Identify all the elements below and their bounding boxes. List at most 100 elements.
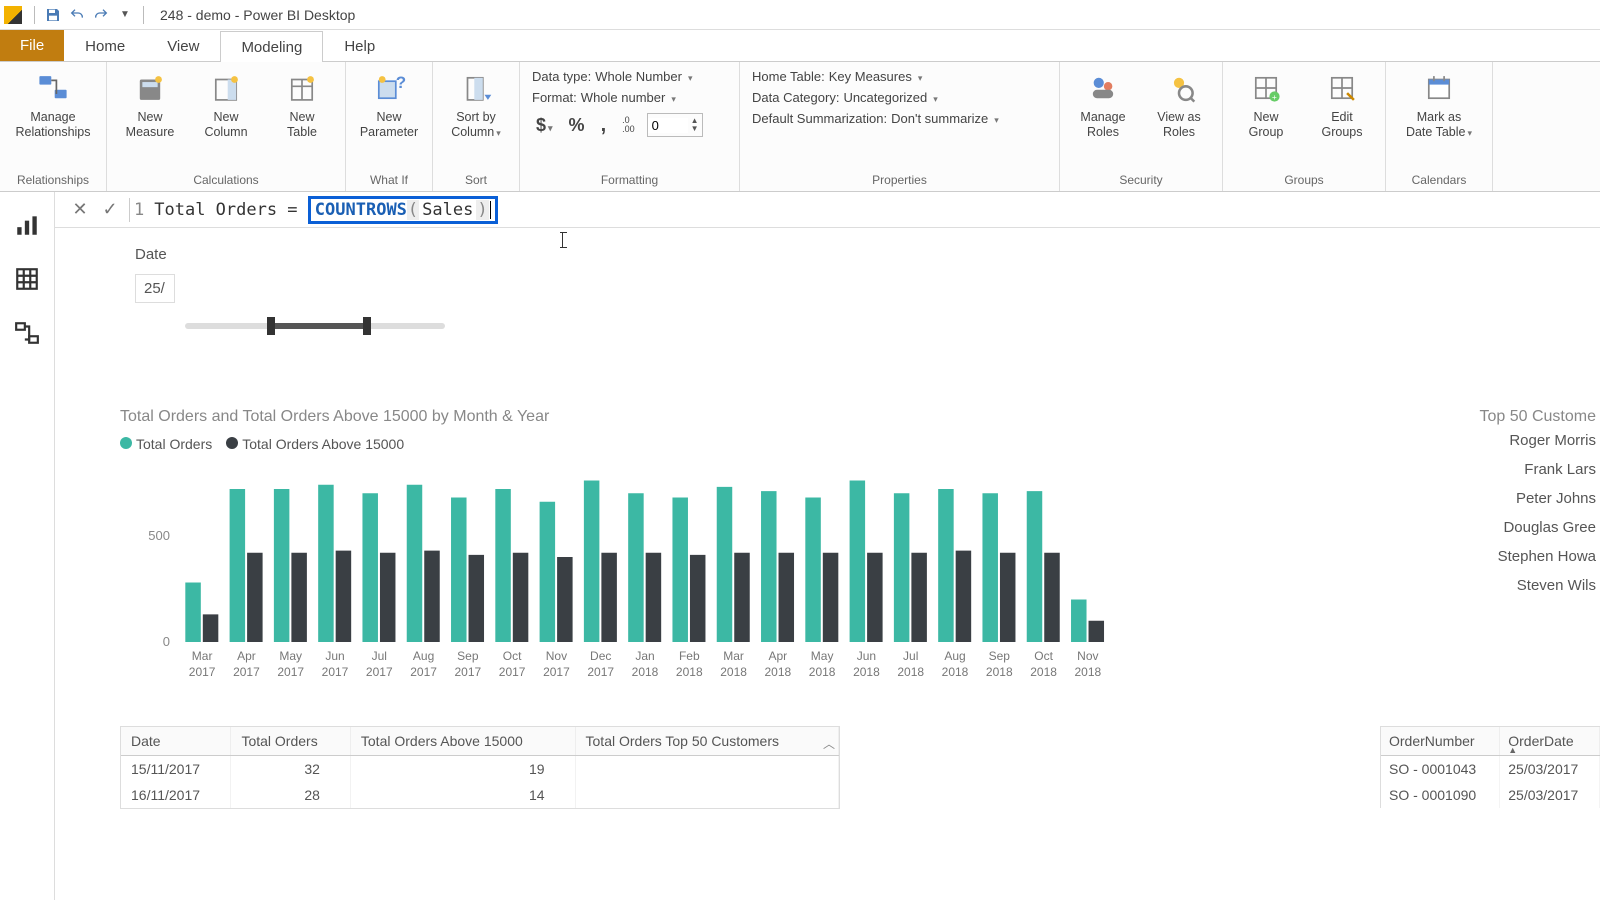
mark-date-table-button[interactable]: Mark as Date Table — [1394, 66, 1484, 140]
table-header[interactable]: Total Orders — [231, 727, 350, 756]
customer-row[interactable]: Steven Wils — [1320, 571, 1600, 600]
svg-text:Feb: Feb — [679, 649, 700, 663]
svg-text:+: + — [1272, 92, 1277, 102]
group-label: Calendars — [1412, 171, 1467, 189]
summarization-dropdown[interactable]: Default Summarization: Don't summarize — [748, 110, 1051, 127]
top-customers-visual[interactable]: Top 50 Custome Roger MorrisFrank LarsPet… — [1320, 408, 1600, 600]
group-label: Relationships — [17, 171, 89, 189]
new-group-button[interactable]: + New Group — [1231, 66, 1301, 140]
svg-text:Sep: Sep — [457, 649, 479, 663]
sort-icon — [458, 70, 494, 106]
table-row[interactable]: 16/11/20172814 — [121, 782, 839, 808]
customer-row[interactable]: Douglas Gree — [1320, 513, 1600, 542]
data-category-dropdown[interactable]: Data Category: Uncategorized — [748, 89, 1051, 106]
data-view-icon[interactable] — [14, 266, 40, 292]
comma-button[interactable]: , — [597, 114, 611, 137]
table-header[interactable]: Total Orders Top 50 Customers — [575, 727, 838, 756]
new-column-button[interactable]: New Column — [191, 66, 261, 140]
svg-text:2017: 2017 — [499, 665, 526, 679]
group-label: Calculations — [193, 171, 258, 189]
cancel-formula-icon[interactable]: ✕ — [65, 196, 95, 224]
line-number: 1 — [134, 200, 144, 220]
slicer-value[interactable]: 25/ — [135, 274, 175, 303]
manage-roles-button[interactable]: Manage Roles — [1068, 66, 1138, 140]
svg-text:2018: 2018 — [942, 665, 969, 679]
svg-text:2017: 2017 — [277, 665, 304, 679]
group-label: Security — [1119, 171, 1162, 189]
view-as-roles-button[interactable]: View as Roles — [1144, 66, 1214, 140]
report-view-icon[interactable] — [14, 212, 40, 238]
save-icon[interactable] — [42, 4, 64, 26]
file-tab[interactable]: File — [0, 30, 64, 61]
slider-handle-start[interactable] — [267, 317, 275, 335]
svg-text:Sep: Sep — [989, 649, 1011, 663]
report-canvas: Date 25/ Total Orders and Total Orders A… — [55, 228, 1600, 238]
group-label: Sort — [465, 171, 487, 189]
customer-row[interactable]: Peter Johns — [1320, 484, 1600, 513]
svg-text:2018: 2018 — [1030, 665, 1057, 679]
table-header[interactable]: OrderNumber — [1381, 727, 1500, 756]
chart-title: Total Orders and Total Orders Above 1500… — [120, 408, 1180, 426]
edit-groups-button[interactable]: Edit Groups — [1307, 66, 1377, 140]
svg-text:Apr: Apr — [237, 649, 256, 663]
svg-text:Oct: Oct — [1034, 649, 1053, 663]
new-group-icon: + — [1248, 70, 1284, 106]
tab-home[interactable]: Home — [64, 30, 146, 61]
model-view-icon[interactable] — [14, 320, 40, 346]
decimal-input[interactable] — [648, 118, 688, 133]
customer-row[interactable]: Frank Lars — [1320, 455, 1600, 484]
table-header[interactable]: Total Orders Above 15000 — [350, 727, 575, 756]
home-table-dropdown[interactable]: Home Table: Key Measures — [748, 68, 1051, 85]
datatype-dropdown[interactable]: Data type: Whole Number — [528, 68, 731, 85]
undo-icon[interactable] — [66, 4, 88, 26]
svg-text:Jul: Jul — [372, 649, 387, 663]
tab-view[interactable]: View — [146, 30, 220, 61]
slider-handle-end[interactable] — [363, 317, 371, 335]
format-dropdown[interactable]: Format: Whole number — [528, 89, 731, 106]
chart-plot: 0500Mar2017Apr2017May2017Jun2017Jul2017A… — [120, 462, 1120, 692]
customer-row[interactable]: Roger Morris — [1320, 426, 1600, 455]
new-measure-button[interactable]: New Measure — [115, 66, 185, 140]
currency-button[interactable]: $ — [532, 115, 557, 136]
formula-highlight: COUNTROWS( Sales ) — [308, 196, 498, 224]
decimal-icon[interactable]: .0 .00 — [618, 116, 639, 134]
svg-text:Nov: Nov — [1077, 649, 1098, 663]
table-icon — [284, 70, 320, 106]
new-table-button[interactable]: New Table — [267, 66, 337, 140]
svg-text:2018: 2018 — [897, 665, 924, 679]
table-header[interactable]: Date — [121, 727, 231, 756]
calendar-icon — [1421, 70, 1457, 106]
table-row[interactable]: SO - 000109025/03/2017 — [1381, 782, 1600, 808]
bar-chart[interactable]: Total Orders and Total Orders Above 1500… — [120, 408, 1180, 695]
date-slider[interactable] — [185, 323, 445, 329]
order-numbers-table[interactable]: OrderNumberOrderDate▲SO - 000104325/03/2… — [1380, 726, 1600, 808]
svg-text:500: 500 — [148, 528, 170, 543]
table-row[interactable]: SO - 000104325/03/2017 — [1381, 756, 1600, 783]
table-header[interactable]: OrderDate▲ — [1500, 727, 1600, 756]
table-row[interactable]: 15/11/20173219 — [121, 756, 839, 783]
qat-dropdown-icon[interactable]: ▼ — [114, 4, 136, 26]
sort-by-column-button[interactable]: Sort by Column — [441, 66, 511, 140]
svg-text:2017: 2017 — [543, 665, 570, 679]
formula-bar[interactable]: ✕ ✓ 1 Total Orders = COUNTROWS( Sales ) — [55, 192, 1600, 228]
relationships-icon — [35, 70, 71, 106]
svg-text:Mar: Mar — [723, 649, 744, 663]
tab-modeling[interactable]: Modeling — [220, 31, 323, 62]
orders-table[interactable]: ︿ DateTotal OrdersTotal Orders Above 150… — [120, 726, 840, 809]
scroll-up-icon[interactable]: ︿ — [823, 735, 835, 752]
new-parameter-button[interactable]: ? New Parameter — [354, 66, 424, 140]
formula-prefix: Total Orders = — [154, 200, 297, 220]
window-title: 248 - demo - Power BI Desktop — [160, 7, 355, 23]
ribbon-group-calendars: Mark as Date Table Calendars — [1386, 62, 1493, 191]
svg-text:May: May — [811, 649, 834, 663]
manage-relationships-button[interactable]: Manage Relationships — [8, 66, 98, 140]
decimal-places-spinner[interactable]: ▲▼ — [647, 113, 703, 137]
svg-text:2017: 2017 — [322, 665, 349, 679]
customer-row[interactable]: Stephen Howa — [1320, 542, 1600, 571]
percent-button[interactable]: % — [565, 115, 589, 136]
commit-formula-icon[interactable]: ✓ — [95, 196, 125, 224]
redo-icon[interactable] — [90, 4, 112, 26]
tab-help[interactable]: Help — [323, 30, 396, 61]
group-label: Formatting — [601, 171, 658, 189]
slicer-label: Date — [135, 246, 167, 263]
